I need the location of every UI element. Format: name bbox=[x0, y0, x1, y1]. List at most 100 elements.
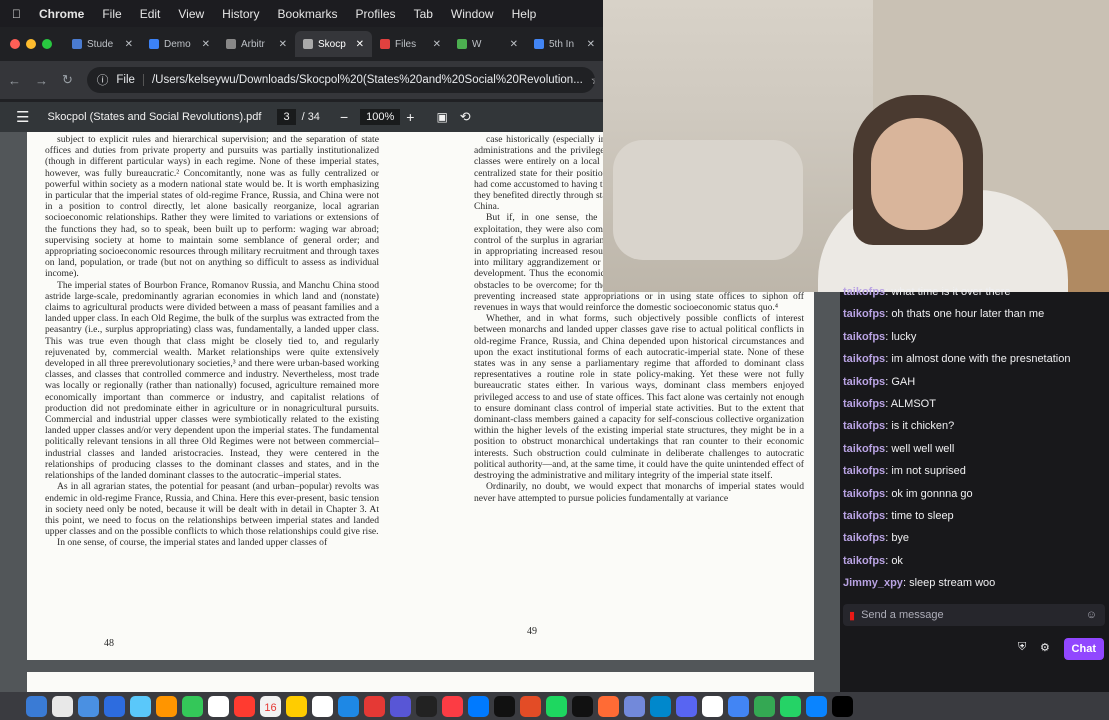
dock-app-icon[interactable] bbox=[364, 695, 385, 717]
chat-username[interactable]: taikofps bbox=[843, 331, 885, 343]
dock-app-icon[interactable] bbox=[208, 695, 229, 717]
dock-app-icon[interactable] bbox=[676, 695, 697, 717]
dock-app-icon[interactable] bbox=[286, 695, 307, 717]
chat-username[interactable]: taikofps bbox=[843, 443, 885, 455]
dock-app-icon[interactable] bbox=[26, 695, 47, 717]
forward-arrow-icon[interactable]: → bbox=[35, 73, 48, 88]
chat-input[interactable]: ▮ Send a message ☺ bbox=[843, 604, 1105, 626]
stream-chat: taikofps: what time is it over there taik… bbox=[840, 286, 1109, 692]
dock-app-icon[interactable] bbox=[572, 695, 593, 717]
menu-help[interactable]: Help bbox=[512, 7, 537, 21]
shield-icon[interactable]: ⛨ bbox=[1018, 641, 1026, 654]
menu-file[interactable]: File bbox=[102, 7, 121, 21]
zoom-in-icon[interactable]: + bbox=[406, 109, 414, 125]
tab-close-icon[interactable]: ✕ bbox=[356, 39, 364, 50]
dock-app-icon[interactable] bbox=[780, 695, 801, 717]
tab-close-icon[interactable]: ✕ bbox=[510, 39, 518, 50]
zoom-out-icon[interactable]: − bbox=[340, 109, 348, 125]
dock-app-icon[interactable] bbox=[650, 695, 671, 717]
info-icon[interactable]: ⓘ bbox=[97, 72, 109, 88]
emote-icon[interactable]: ☺ bbox=[1086, 609, 1097, 621]
dock-app-icon[interactable] bbox=[598, 695, 619, 717]
url-text[interactable]: /Users/kelseywu/Downloads/Skocpol%20(Sta… bbox=[152, 74, 583, 86]
tab-0[interactable]: Stude ✕ bbox=[64, 31, 141, 57]
chat-username[interactable]: taikofps bbox=[843, 532, 885, 544]
menu-app-name[interactable]: Chrome bbox=[39, 7, 84, 21]
paragraph: The imperial states of Bourbon France, R… bbox=[45, 279, 379, 482]
close-window-button[interactable] bbox=[10, 39, 20, 49]
dock-app-icon[interactable] bbox=[442, 695, 463, 717]
dock-app-icon[interactable] bbox=[520, 695, 541, 717]
dock-app-icon[interactable] bbox=[806, 695, 827, 717]
tab-6[interactable]: 5th In ✕ bbox=[526, 31, 603, 57]
dock-app-icon[interactable] bbox=[494, 695, 515, 717]
dock-app-icon[interactable] bbox=[416, 695, 437, 717]
dock-app-icon[interactable] bbox=[624, 695, 645, 717]
dock-app-icon[interactable] bbox=[312, 695, 333, 717]
chat-username[interactable]: Jimmy_xpy bbox=[843, 577, 903, 589]
menu-tab[interactable]: Tab bbox=[414, 7, 433, 21]
chat-message: taikofps: GAH bbox=[843, 375, 916, 388]
tab-5[interactable]: W ✕ bbox=[449, 31, 526, 57]
tab-2[interactable]: Arbitr ✕ bbox=[218, 31, 295, 57]
minimize-window-button[interactable] bbox=[26, 39, 36, 49]
fit-page-icon[interactable]: ▣ bbox=[436, 110, 447, 124]
chat-username[interactable]: taikofps bbox=[843, 376, 885, 388]
dock-app-icon[interactable] bbox=[104, 695, 125, 717]
dock-app-icon[interactable] bbox=[754, 695, 775, 717]
back-arrow-icon[interactable]: ← bbox=[8, 73, 21, 88]
tab-1[interactable]: Demo ✕ bbox=[141, 31, 218, 57]
dock-app-icon[interactable] bbox=[234, 695, 255, 717]
dock-app-icon[interactable] bbox=[182, 695, 203, 717]
tab-close-icon[interactable]: ✕ bbox=[433, 39, 441, 50]
chat-username[interactable]: taikofps bbox=[843, 398, 885, 410]
dock-app-icon[interactable] bbox=[702, 695, 723, 717]
page-number-input[interactable]: 3 bbox=[277, 109, 296, 125]
address-bar[interactable]: ⓘ File /Users/kelseywu/Downloads/Skocpol… bbox=[86, 67, 595, 93]
dock-app-icon[interactable] bbox=[468, 695, 489, 717]
chat-username[interactable]: taikofps bbox=[843, 510, 885, 522]
chat-username[interactable]: taikofps bbox=[843, 465, 885, 477]
chat-button[interactable]: Chat bbox=[1063, 638, 1104, 660]
gear-icon[interactable]: ⚙ bbox=[1040, 641, 1050, 654]
menu-profiles[interactable]: Profiles bbox=[356, 7, 396, 21]
chat-username[interactable]: taikofps bbox=[843, 353, 885, 365]
tab-favicon-icon bbox=[534, 39, 544, 49]
chat-username[interactable]: taikofps bbox=[843, 286, 885, 298]
browser-chrome: Stude ✕ Demo ✕ Arbitr ✕ Skocp ✕ Files ✕ W ✕ 5th In ✕ … bbox=[0, 27, 603, 102]
menu-edit[interactable]: Edit bbox=[140, 7, 161, 21]
chat-username[interactable]: taikofps bbox=[843, 308, 885, 320]
dock-app-icon[interactable] bbox=[338, 695, 359, 717]
dock-app-icon[interactable] bbox=[156, 695, 177, 717]
calendar-icon[interactable]: 16 bbox=[260, 695, 281, 717]
chat-username[interactable]: taikofps bbox=[843, 420, 885, 432]
menu-icon[interactable]: ☰ bbox=[16, 108, 29, 126]
bits-icon[interactable]: ▮ bbox=[849, 609, 855, 622]
chat-message: taikofps: time to sleep bbox=[843, 509, 954, 522]
bookmark-star-icon[interactable]: ☆ bbox=[591, 73, 595, 87]
menu-bookmarks[interactable]: Bookmarks bbox=[278, 7, 338, 21]
dock-app-icon[interactable] bbox=[546, 695, 567, 717]
dock-app-icon[interactable] bbox=[52, 695, 73, 717]
dock-app-icon[interactable] bbox=[832, 695, 853, 717]
apple-icon[interactable]:  bbox=[12, 7, 21, 21]
dock-app-icon[interactable] bbox=[130, 695, 151, 717]
tab-close-icon[interactable]: ✕ bbox=[279, 39, 287, 50]
chat-username[interactable]: taikofps bbox=[843, 555, 885, 567]
menu-history[interactable]: History bbox=[222, 7, 259, 21]
tab-close-icon[interactable]: ✕ bbox=[587, 39, 595, 50]
tab-4[interactable]: Files ✕ bbox=[372, 31, 449, 57]
zoom-level[interactable]: 100% bbox=[360, 109, 401, 125]
tab-close-icon[interactable]: ✕ bbox=[125, 39, 133, 50]
dock-app-icon[interactable] bbox=[390, 695, 411, 717]
tab-3[interactable]: Skocp ✕ bbox=[295, 31, 372, 57]
menu-window[interactable]: Window bbox=[451, 7, 494, 21]
chat-username[interactable]: taikofps bbox=[843, 488, 885, 500]
reload-icon[interactable]: ↻ bbox=[62, 72, 73, 88]
menu-view[interactable]: View bbox=[178, 7, 204, 21]
dock-app-icon[interactable] bbox=[728, 695, 749, 717]
dock-app-icon[interactable] bbox=[78, 695, 99, 717]
rotate-icon[interactable]: ⟲ bbox=[460, 109, 471, 125]
zoom-window-button[interactable] bbox=[42, 39, 52, 49]
tab-close-icon[interactable]: ✕ bbox=[202, 39, 210, 50]
